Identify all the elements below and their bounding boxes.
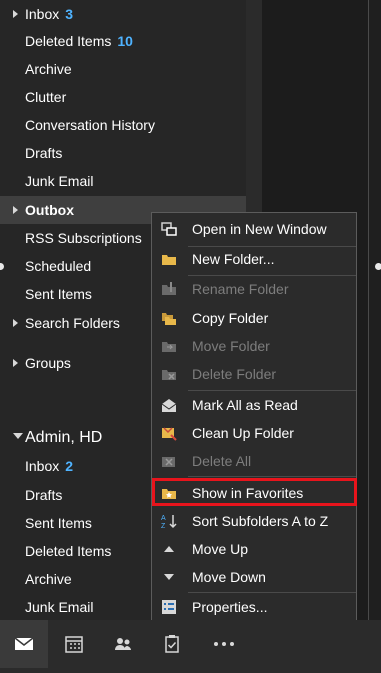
folder-label: Junk Email (25, 173, 94, 189)
open-envelope-icon (161, 399, 177, 412)
nav-tasks-button[interactable] (148, 620, 196, 668)
arrow-up-icon (164, 546, 174, 552)
svg-text:Z: Z (161, 523, 166, 529)
collapse-caret-icon[interactable] (13, 433, 23, 439)
move-folder-icon (162, 342, 176, 352)
menu-item-delete-all[interactable]: Delete All (152, 447, 356, 475)
nav-people-button[interactable] (99, 620, 147, 668)
highlight-box (152, 478, 357, 506)
folder-drafts[interactable]: Drafts (0, 139, 246, 167)
folder-label: Deleted Items (25, 543, 112, 559)
menu-separator (188, 476, 356, 477)
folder-label: Conversation History (25, 117, 155, 133)
folder-label: Scheduled (25, 258, 92, 274)
nav-more-button[interactable] (198, 620, 246, 668)
folder-label: Drafts (25, 145, 63, 161)
expand-caret-icon[interactable] (13, 359, 18, 367)
copy-folder-icon (162, 313, 176, 325)
account-header[interactable]: Admin, HD (25, 426, 102, 450)
folder-label: Outbox (25, 202, 74, 218)
folder-deleted-items[interactable]: Deleted Items 10 (0, 27, 246, 55)
sort-az-icon: AZ (161, 515, 177, 529)
tasks-icon (165, 635, 179, 653)
folder-label: RSS Subscriptions (25, 230, 142, 246)
folder-clutter[interactable]: Clutter (0, 83, 246, 111)
menu-item-clean-up-folder[interactable]: Clean Up Folder (152, 419, 356, 447)
clean-up-icon (162, 427, 177, 441)
folder-label: Deleted Items (25, 33, 112, 49)
menu-item-properties[interactable]: Properties... (152, 593, 356, 621)
folder-label: Groups (25, 355, 71, 371)
folder-label: Drafts (25, 487, 63, 503)
expand-caret-icon[interactable] (13, 319, 18, 327)
menu-item-new-folder[interactable]: New Folder... (152, 245, 356, 273)
menu-item-open-new-window[interactable]: Open in New Window (152, 215, 356, 243)
folder-junk-email[interactable]: Junk Email (0, 167, 246, 195)
folder-label: Inbox (25, 458, 60, 474)
folder-label: Sent Items (25, 515, 92, 531)
new-window-icon (161, 222, 177, 236)
arrow-down-icon (164, 574, 174, 580)
expand-caret-icon[interactable] (13, 10, 18, 18)
folder-conversation-history[interactable]: Conversation History (0, 111, 246, 139)
menu-item-move-folder[interactable]: Move Folder (152, 332, 356, 360)
menu-item-rename-folder[interactable]: Rename Folder (152, 275, 356, 303)
menu-item-sort-subfolders[interactable]: AZ Sort Subfolders A to Z (152, 507, 356, 535)
folder-label: Clutter (25, 89, 67, 105)
delete-all-icon (162, 457, 175, 467)
properties-icon (162, 600, 176, 614)
menu-item-copy-folder[interactable]: Copy Folder (152, 304, 356, 332)
folder-label: Junk Email (25, 599, 94, 615)
unread-count: 10 (117, 33, 133, 49)
more-icon (214, 642, 234, 646)
menu-item-mark-all-read[interactable]: Mark All as Read (152, 391, 356, 419)
people-icon (115, 638, 131, 650)
folder-label: Inbox (25, 6, 60, 22)
expand-caret-icon[interactable] (13, 206, 18, 214)
new-folder-icon (162, 255, 176, 265)
rename-folder-icon (162, 282, 176, 295)
folder-inbox[interactable]: Inbox 3 (0, 0, 246, 28)
folder-label: Archive (25, 61, 72, 77)
nav-calendar-button[interactable] (50, 620, 98, 668)
menu-item-move-up[interactable]: Move Up (152, 535, 356, 563)
svg-text:A: A (161, 515, 166, 522)
folder-label: Sent Items (25, 286, 92, 302)
menu-item-delete-folder[interactable]: Delete Folder (152, 360, 356, 388)
folder-label: Search Folders (25, 315, 120, 331)
unread-count: 3 (65, 6, 74, 22)
unread-count: 2 (65, 458, 74, 474)
nav-mail-button[interactable] (0, 620, 48, 668)
folder-label: Archive (25, 571, 72, 587)
delete-folder-icon (162, 370, 176, 380)
menu-item-move-down[interactable]: Move Down (152, 563, 356, 591)
bottom-nav-bar (0, 620, 381, 673)
resize-handle[interactable] (375, 263, 381, 270)
reading-pane-edge (369, 0, 381, 620)
context-menu: Open in New Window New Folder... Rename … (151, 212, 357, 621)
folder-archive[interactable]: Archive (0, 55, 246, 83)
calendar-icon (65, 636, 83, 653)
mail-icon (14, 637, 34, 650)
